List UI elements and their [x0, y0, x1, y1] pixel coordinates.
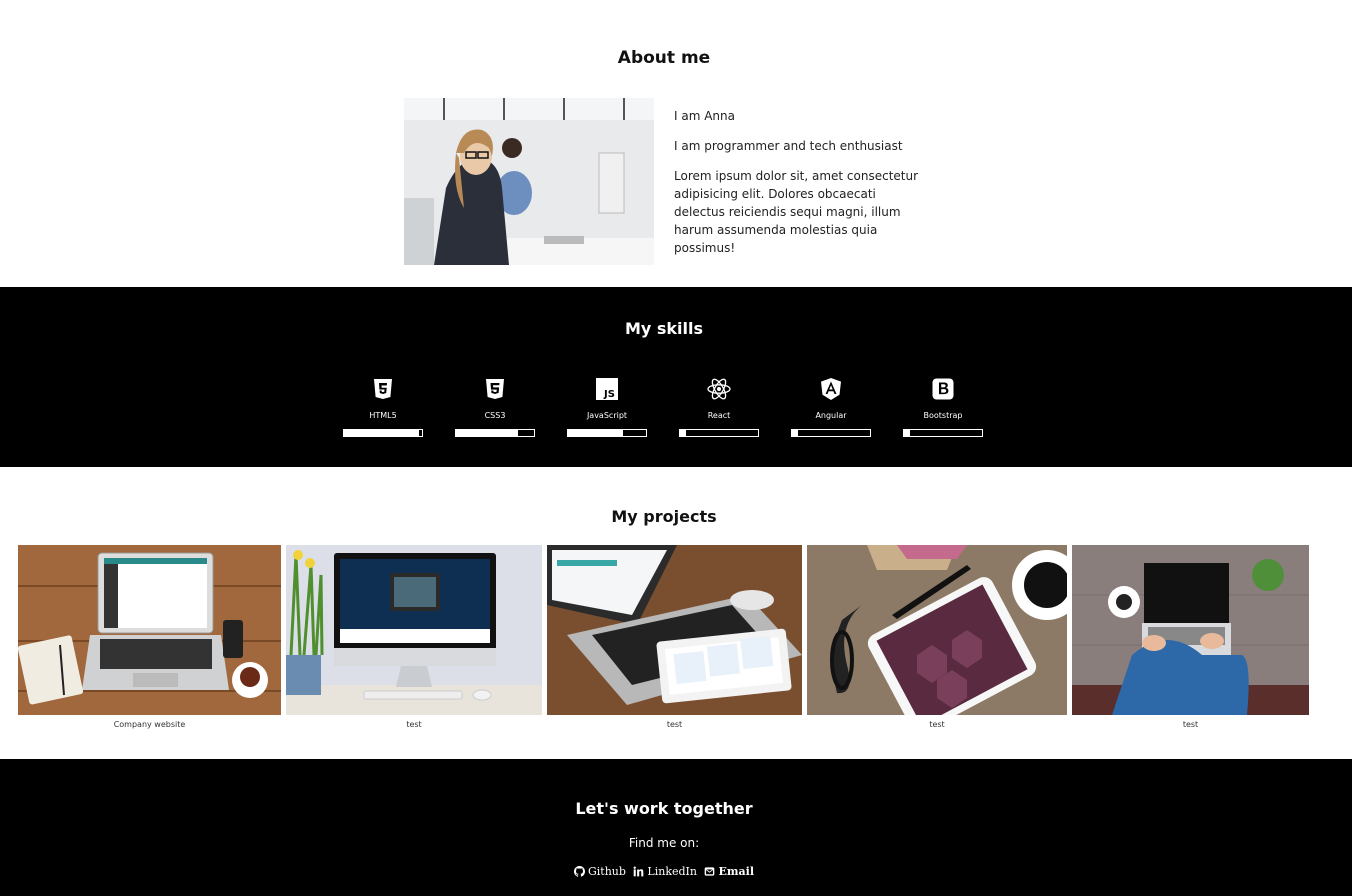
github-link[interactable]: Github [573, 865, 626, 878]
skill-name: React [707, 411, 731, 420]
skill-name: Angular [815, 411, 847, 420]
projects-section: My projects Company website test test te… [0, 467, 1352, 759]
footer-title: Let's work together [575, 799, 753, 818]
skill-bar [343, 429, 423, 437]
project-card[interactable]: test [286, 545, 542, 735]
linkedin-icon [633, 866, 644, 877]
skill-name: CSS3 [484, 411, 506, 420]
project-card[interactable]: test [1072, 545, 1309, 735]
social-links: Github LinkedIn Email [0, 865, 1328, 880]
skill-name: JavaScript [586, 411, 628, 420]
css3-icon [486, 379, 504, 399]
skill-bar [455, 429, 535, 437]
skill-bar [567, 429, 647, 437]
projects-title: My projects [611, 507, 717, 526]
skill-bar-fill [344, 430, 419, 436]
project-image[interactable] [1072, 545, 1309, 715]
project-caption: test [406, 720, 422, 729]
skill-bar [791, 429, 871, 437]
github-icon [573, 866, 585, 877]
about-text: I am Anna I am programmer and tech enthu… [674, 107, 924, 269]
about-name: I am Anna [674, 109, 735, 123]
email-label: Email [718, 865, 754, 878]
about-photo [404, 98, 654, 265]
react-icon [707, 378, 731, 400]
project-caption: test [666, 720, 683, 729]
skill-javascript: JS JavaScript [567, 377, 647, 437]
project-image[interactable] [547, 545, 802, 715]
skill-name: Bootstrap [923, 411, 963, 420]
project-caption: Company website [113, 720, 186, 729]
angular-icon [821, 378, 841, 400]
skill-bar [679, 429, 759, 437]
about-description: Lorem ipsum dolor sit, amet consectetur … [674, 169, 919, 255]
project-image[interactable] [807, 545, 1067, 715]
project-card[interactable]: Company website [18, 545, 281, 735]
skill-bar-fill [568, 430, 623, 436]
skills-section: My skills HTML5 CSS3 JS JavaScript React… [0, 287, 1352, 467]
skill-bar-fill [456, 430, 519, 436]
html5-icon [374, 379, 392, 399]
project-card[interactable]: test [807, 545, 1067, 735]
skills-title: My skills [624, 319, 704, 338]
project-image[interactable] [18, 545, 281, 715]
skill-react: React [679, 377, 759, 437]
find-me-label: Find me on: [628, 836, 700, 850]
svg-text:JS: JS [603, 389, 615, 400]
project-card[interactable]: test [547, 545, 802, 735]
skill-bootstrap: Bootstrap [903, 377, 983, 437]
skill-angular: Angular [791, 377, 871, 437]
bootstrap-icon [932, 378, 954, 400]
linkedin-label: LinkedIn [647, 865, 697, 878]
linkedin-link[interactable]: LinkedIn [633, 865, 697, 878]
about-section: About me I am Anna I am programmer and t… [0, 0, 1352, 287]
skill-css3: CSS3 [455, 377, 535, 437]
envelope-icon [705, 867, 715, 876]
footer-section: Let's work together Find me on: Github L… [0, 759, 1352, 896]
email-link[interactable]: Email [704, 865, 754, 878]
about-title: About me [617, 48, 711, 68]
project-caption: test [929, 720, 945, 729]
skill-bar-fill [680, 430, 687, 436]
skill-html5: HTML5 [343, 377, 423, 437]
about-role: I am programmer and tech enthusiast [674, 139, 903, 153]
skill-bar [903, 429, 983, 437]
skill-bar-fill [792, 430, 799, 436]
github-label: Github [587, 865, 626, 878]
javascript-icon: JS [596, 378, 618, 400]
project-caption: test [1182, 720, 1199, 729]
skill-name: HTML5 [369, 411, 397, 420]
project-image[interactable] [286, 545, 542, 715]
skill-bar-fill [904, 430, 911, 436]
